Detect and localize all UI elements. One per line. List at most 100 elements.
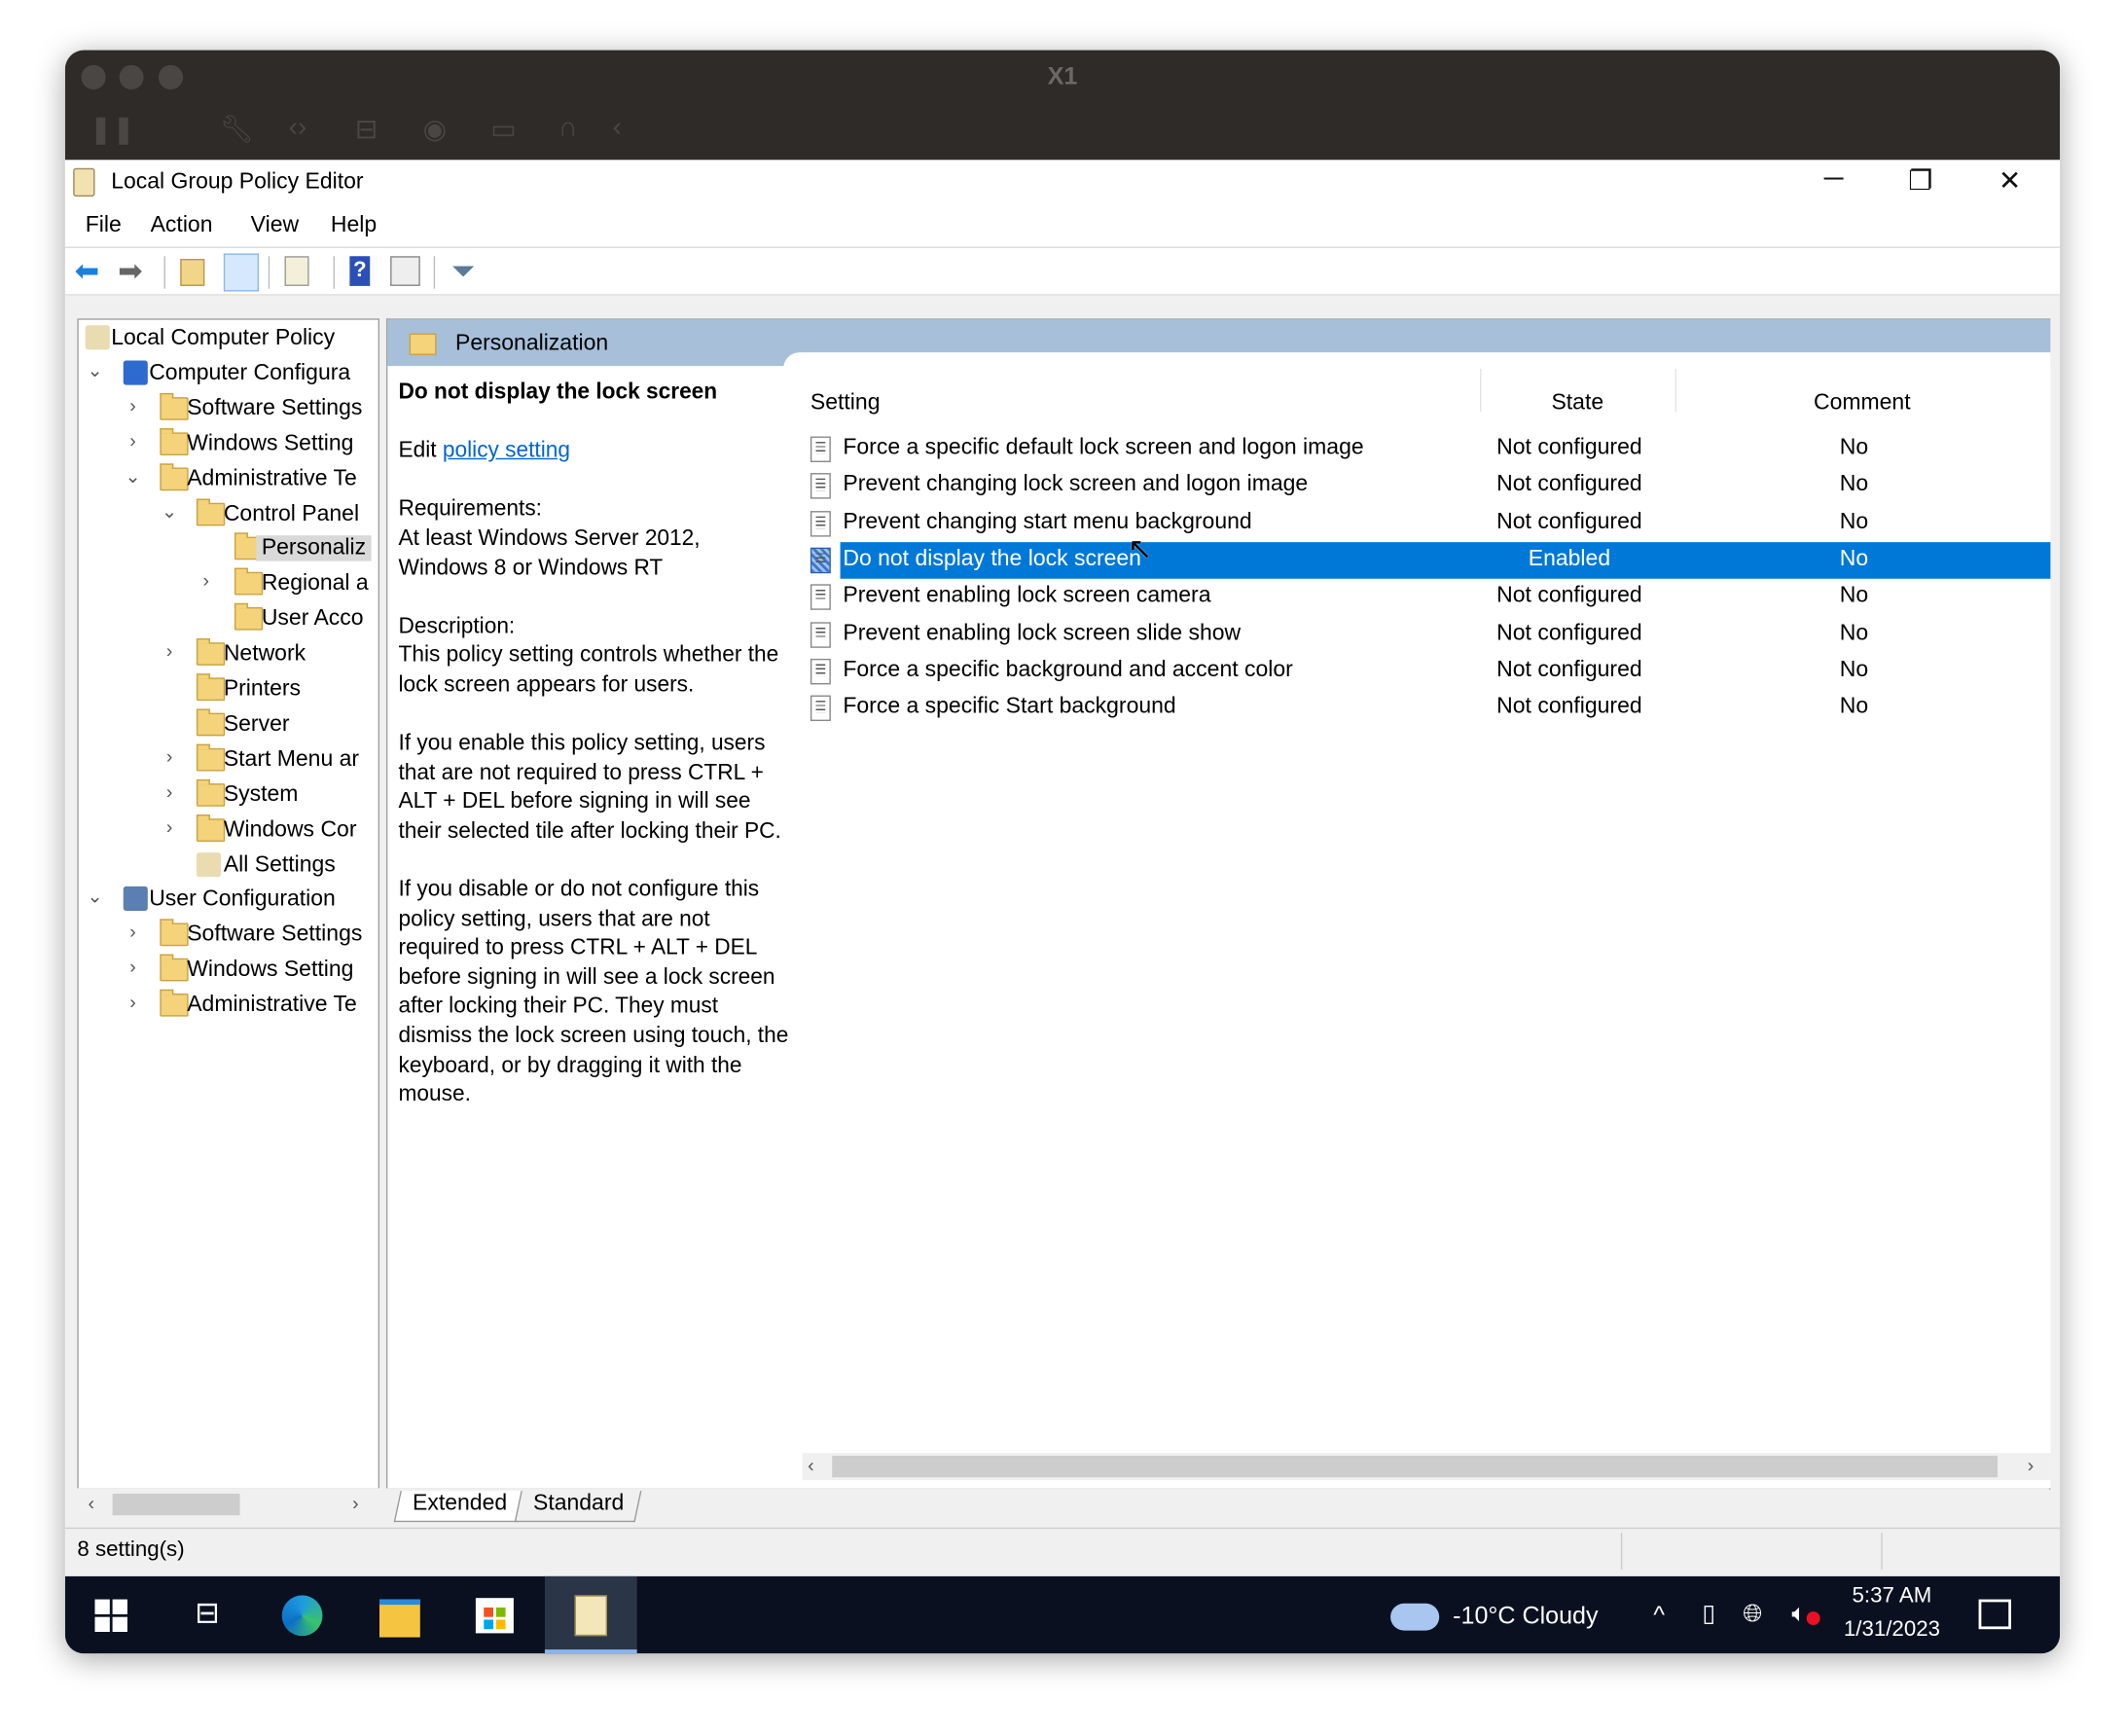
chevron-down-icon[interactable]: ⌄ xyxy=(86,886,105,909)
tab-standard[interactable]: Standard xyxy=(514,1491,642,1523)
scroll-thumb[interactable] xyxy=(832,1455,1999,1478)
column-header-setting[interactable]: Setting xyxy=(810,390,881,416)
scroll-right-icon[interactable]: › xyxy=(2028,1455,2035,1476)
tree-horizontal-scrollbar[interactable]: ‹ › xyxy=(77,1488,380,1521)
clock-time[interactable]: 5:37 AM xyxy=(1832,1584,1952,1609)
chevron-right-icon[interactable]: › xyxy=(124,429,143,451)
export-list-icon[interactable] xyxy=(284,256,309,286)
table-row[interactable]: Prevent enabling lock screen camera Not c… xyxy=(803,579,2051,616)
tree-item[interactable]: ⌄ Control Panel xyxy=(79,497,378,530)
restore-button[interactable]: ❐ xyxy=(1890,164,1952,199)
help-icon[interactable]: ? xyxy=(349,256,371,286)
chevron-right-icon[interactable]: › xyxy=(160,780,179,802)
tree-item[interactable]: › Regional a xyxy=(79,568,378,600)
wrench-icon[interactable]: 🔧︎ xyxy=(220,113,254,147)
setting-comment: No xyxy=(1839,472,1869,497)
scroll-left-icon[interactable]: ‹ xyxy=(89,1493,95,1514)
chevron-right-icon[interactable]: › xyxy=(160,815,179,837)
list-horizontal-scrollbar[interactable]: ‹ › xyxy=(802,1453,2051,1481)
column-header-state[interactable]: State xyxy=(1480,390,1675,416)
tree-item[interactable]: All Settings xyxy=(79,850,378,882)
chevron-right-icon[interactable]: › xyxy=(124,394,143,416)
edge-icon[interactable] xyxy=(281,1595,323,1637)
edit-policy-link[interactable]: policy setting xyxy=(443,438,570,462)
tree-item-label: Windows Cor xyxy=(223,816,357,842)
drive-icon[interactable]: ⊟ xyxy=(355,113,378,147)
scroll-right-icon[interactable]: › xyxy=(352,1493,359,1514)
cloud-icon[interactable] xyxy=(1390,1603,1440,1631)
file-explorer-icon[interactable] xyxy=(379,1599,420,1638)
tree-item[interactable]: Server xyxy=(79,708,378,741)
tree-item[interactable]: › Network xyxy=(79,638,378,670)
tree-item[interactable]: ⌄ User Configuration xyxy=(79,885,378,917)
chevron-right-icon[interactable]: › xyxy=(124,956,143,977)
tree-item[interactable]: › Software Settings xyxy=(79,919,378,952)
start-button[interactable] xyxy=(94,1599,127,1633)
notification-icon[interactable] xyxy=(1978,1599,2012,1630)
toolbar-separator xyxy=(333,256,336,289)
headset-icon[interactable]: ∩ xyxy=(558,113,578,144)
close-button[interactable]: ✕ xyxy=(1979,164,2041,199)
table-row[interactable]: Force a specific Start background Not con… xyxy=(803,690,2051,727)
chevron-down-icon[interactable]: ⌄ xyxy=(124,464,143,488)
table-row[interactable]: Prevent changing start menu background No… xyxy=(803,505,2051,542)
tree-item[interactable]: Printers xyxy=(79,673,378,705)
table-row[interactable]: Force a specific background and accent c… xyxy=(803,653,2051,690)
forward-arrow-icon[interactable]: ➡ xyxy=(118,256,150,286)
tree-item[interactable]: Local Computer Policy xyxy=(79,323,378,355)
chevron-right-icon[interactable]: › xyxy=(124,921,143,942)
tab-extended[interactable]: Extended xyxy=(393,1491,525,1523)
pause-icon[interactable]: ❚❚ xyxy=(90,113,135,147)
meet-now-icon[interactable]: ▯ xyxy=(1702,1600,1715,1628)
table-row[interactable]: Do not display the lock screen Enabled No xyxy=(803,541,2051,579)
clock-date[interactable]: 1/31/2023 xyxy=(1832,1618,1952,1643)
back-arrow-icon[interactable]: ⬅ xyxy=(75,256,107,286)
tree-item[interactable]: ⌄ Computer Configura xyxy=(79,358,378,390)
tree-item[interactable]: › Windows Cor xyxy=(79,814,378,847)
policy-setting-icon xyxy=(810,695,831,722)
show-hidden-icons-chevron-icon[interactable]: ^ xyxy=(1653,1601,1665,1629)
tree-item[interactable]: › Software Settings xyxy=(79,392,378,425)
code-icon[interactable]: ‹› xyxy=(289,113,307,144)
camera-icon[interactable]: ◉ xyxy=(423,113,447,147)
tree-item[interactable]: Personaliz xyxy=(79,532,378,565)
menu-action[interactable]: Action xyxy=(151,213,213,238)
volume-muted-icon[interactable]: 🔈︎ xyxy=(1791,1600,1820,1628)
video-icon[interactable]: ▭ xyxy=(490,113,516,147)
tree-item[interactable]: User Acco xyxy=(79,603,378,635)
properties-pane-icon[interactable] xyxy=(390,256,420,286)
chevron-down-icon[interactable]: ⌄ xyxy=(160,499,179,523)
column-header-comment[interactable]: Comment xyxy=(1675,390,2049,416)
table-row[interactable]: Prevent changing lock screen and logon i… xyxy=(803,468,2051,505)
task-view-icon[interactable]: ⊟ xyxy=(187,1595,228,1636)
vm-title-bar: X1 ❚❚ 🔧︎ ‹› ⊟ ◉ ▭ ∩ ‹ xyxy=(64,50,2061,161)
scroll-left-icon[interactable]: ‹ xyxy=(808,1455,814,1476)
chevron-right-icon[interactable]: › xyxy=(160,745,179,767)
filter-icon[interactable]: ⏷ xyxy=(451,256,484,286)
weather-text[interactable]: -10°C Cloudy xyxy=(1453,1602,1598,1630)
chevron-right-icon[interactable]: › xyxy=(160,640,179,662)
up-folder-icon[interactable] xyxy=(180,259,205,286)
network-globe-icon[interactable]: 🌐︎ xyxy=(1743,1600,1762,1628)
table-row[interactable]: Force a specific default lock screen and… xyxy=(803,431,2051,468)
menu-help[interactable]: Help xyxy=(331,213,377,238)
show-hide-tree-icon[interactable] xyxy=(223,253,260,292)
tree-item[interactable]: › Windows Setting xyxy=(79,954,378,987)
store-icon[interactable] xyxy=(475,1598,514,1634)
menu-file[interactable]: File xyxy=(86,213,122,238)
menu-view[interactable]: View xyxy=(251,213,299,238)
tree-item[interactable]: › Administrative Te xyxy=(79,989,378,1022)
status-divider xyxy=(1620,1533,1623,1570)
tree-item[interactable]: ⌄ Administrative Te xyxy=(79,462,378,495)
scroll-thumb[interactable] xyxy=(112,1493,240,1516)
chevron-down-icon[interactable]: ⌄ xyxy=(86,359,105,382)
minimize-button[interactable]: ─ xyxy=(1803,164,1865,196)
tree-item[interactable]: › Windows Setting xyxy=(79,427,378,460)
table-row[interactable]: Prevent enabling lock screen slide show N… xyxy=(803,616,2051,653)
tree-item[interactable]: › Start Menu ar xyxy=(79,743,378,776)
chevron-right-icon[interactable]: › xyxy=(124,991,143,1012)
back-icon[interactable]: ‹ xyxy=(613,113,622,144)
tree-item[interactable]: › System xyxy=(79,778,378,811)
chevron-right-icon[interactable]: › xyxy=(197,569,216,591)
taskbar-gpedit-active[interactable] xyxy=(544,1575,637,1654)
